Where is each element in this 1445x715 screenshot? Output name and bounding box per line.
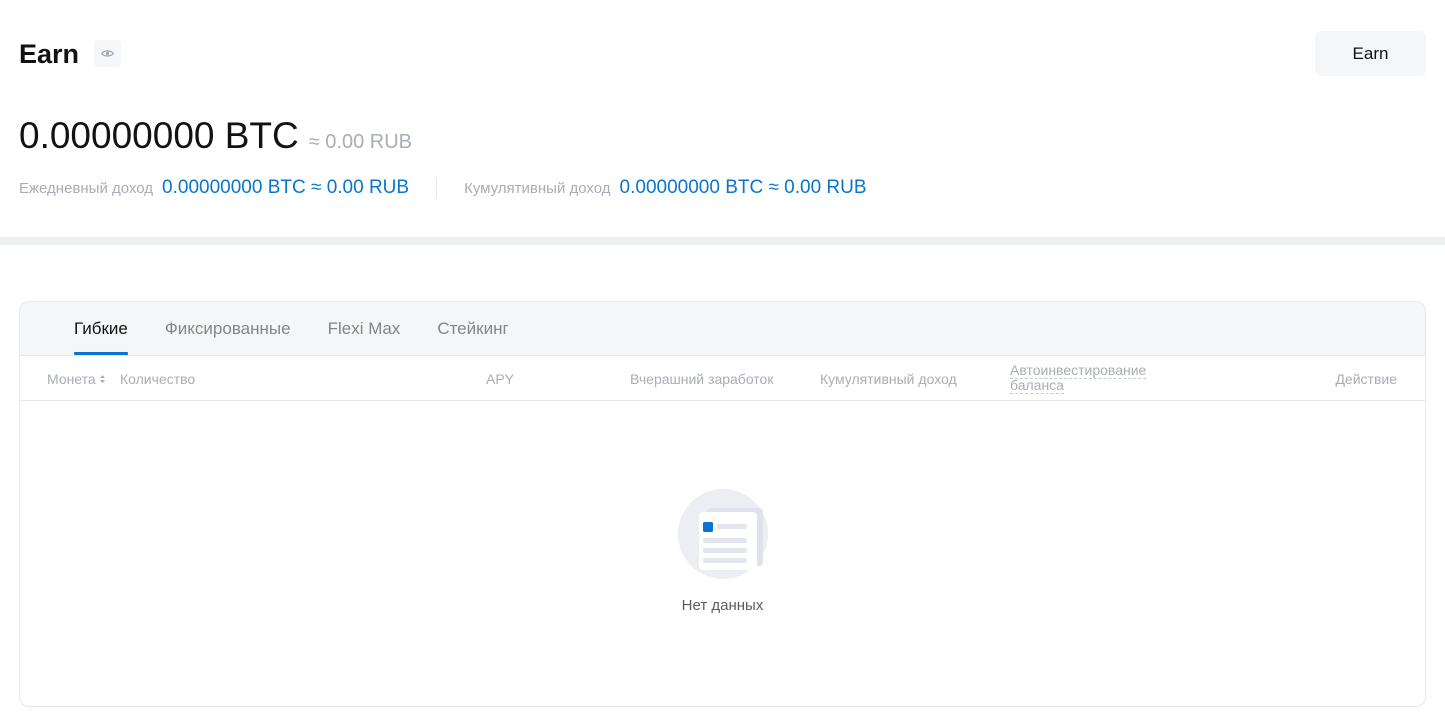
daily-income-label: Ежедневный доход [19,179,154,197]
column-yesterday-earnings: Вчерашний заработок [630,371,774,387]
total-balance: 0.00000000 BTC ≈ 0.00 RUB [19,114,412,158]
column-amount: Количество [120,371,196,387]
column-coin-label: Монета [47,371,96,387]
column-action: Действие [1335,371,1397,387]
empty-state-text: Нет данных [681,597,764,614]
column-cumulative-income: Кумулятивный доход [820,371,957,387]
product-tabs: Гибкие Фиксированные Flexi Max Стейкинг [20,302,1425,356]
column-auto-invest[interactable]: Автоинвестирование баланса [1010,362,1160,394]
daily-income-value: 0.00000000 BTC ≈ 0.00 RUB [162,177,410,198]
tab-flexi-max[interactable]: Flexi Max [328,302,401,355]
income-stats: Ежедневный доход 0.00000000 BTC ≈ 0.00 R… [19,177,867,199]
products-card: Гибкие Фиксированные Flexi Max Стейкинг … [19,301,1426,707]
stats-divider [436,178,438,198]
tab-fixed[interactable]: Фиксированные [165,302,291,355]
column-coin[interactable]: Монета [47,371,106,387]
balance-fiat: ≈ 0.00 RUB [308,131,413,153]
column-auto-invest-label: Автоинвестирование баланса [1010,362,1147,394]
sort-icon [99,371,106,387]
empty-document-icon [677,488,769,585]
balance-btc: 0.00000000 BTC [19,115,299,156]
tab-flexible[interactable]: Гибкие [74,302,128,355]
page-title: Earn [19,39,80,69]
cumulative-income-label: Кумулятивный доход [464,179,611,197]
table-header: Монета Количество APY Вчерашний заработо… [20,356,1425,401]
column-apy: APY [486,371,515,387]
tab-staking[interactable]: Стейкинг [437,302,508,355]
eye-icon[interactable] [94,40,121,67]
section-divider [0,237,1445,245]
earn-overview: Earn Earn 0.00000000 BTC ≈ 0.00 RUB Ежед… [0,0,1445,237]
cumulative-income-value: 0.00000000 BTC ≈ 0.00 RUB [619,177,867,198]
earn-button[interactable]: Earn [1315,31,1426,76]
empty-state: Нет данных [20,488,1425,614]
